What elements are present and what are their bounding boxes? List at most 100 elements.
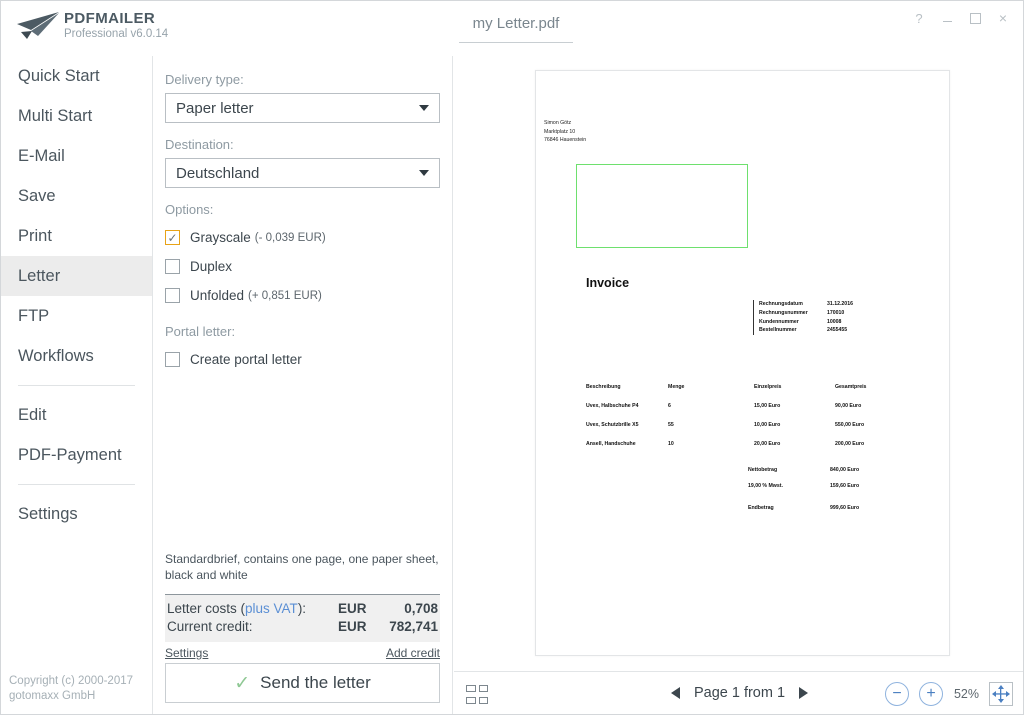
item-quantity: 10: [668, 441, 754, 447]
recipient-address: Simon Götz Marktplatz 10 76846 Hauenstei…: [544, 119, 586, 145]
sidebar-item-edit[interactable]: Edit: [1, 395, 152, 435]
sidebar-item-label: Save: [18, 187, 56, 206]
sidebar-item-label: Print: [18, 227, 52, 246]
letter-costs-currency: EUR: [338, 600, 378, 618]
window-controls: ? ×: [905, 7, 1017, 29]
table-row: Uvex, Halbschuhe P4 6 15,00 Euro 90,00 E…: [586, 403, 916, 409]
totals-row: 19,00 % Mwst. 159,60 Euro: [748, 482, 918, 491]
plus-vat-link[interactable]: plus VAT: [245, 601, 298, 616]
item-description: Uvex, Schutzbrille X5: [586, 422, 668, 428]
delivery-type-value: Paper letter: [176, 100, 254, 117]
sidebar-item-label: Edit: [18, 406, 46, 425]
sidebar-item-settings[interactable]: Settings: [1, 494, 152, 534]
column-header: Gesamtpreis: [835, 384, 905, 390]
send-the-letter-button[interactable]: ✓ Send the letter: [165, 663, 440, 703]
settings-link[interactable]: Settings: [165, 646, 208, 660]
meta-row: Rechnungsnummer 170010: [759, 309, 853, 318]
destination-select[interactable]: Deutschland: [165, 158, 440, 188]
current-credit-row: Current credit: EUR 782,741: [165, 618, 440, 636]
totals-value: 999,60 Euro: [830, 504, 859, 513]
checkbox-portal-letter-icon[interactable]: [165, 352, 180, 367]
sidebar-item-label: PDF-Payment: [18, 446, 122, 465]
next-page-icon[interactable]: [799, 687, 808, 699]
option-create-portal-letter[interactable]: Create portal letter: [165, 345, 452, 374]
meta-value: 2455455: [827, 326, 847, 335]
paper-plane-logo-icon: [15, 10, 61, 44]
meta-value: 31.12.2016: [827, 300, 853, 309]
item-description: Ansell, Handschuhe: [586, 441, 668, 447]
meta-value: 10008: [827, 318, 841, 327]
column-header: Einzelpreis: [754, 384, 835, 390]
totals-key: 19,00 % Mwst.: [748, 482, 830, 491]
zoom-level-label: 52%: [953, 687, 979, 701]
option-unfolded-note: (+ 0,851 EUR): [248, 290, 322, 302]
preview-toolbar: Page 1 from 1 − + 52%: [454, 671, 1024, 715]
table-row: Uvex, Schutzbrille X5 55 10,00 Euro 550,…: [586, 422, 916, 428]
zoom-out-button[interactable]: −: [885, 682, 909, 706]
letter-costs-text-end: ):: [298, 601, 306, 616]
letter-costs-value: 0,708: [378, 600, 438, 618]
option-duplex[interactable]: Duplex: [165, 252, 452, 281]
minimize-icon[interactable]: [933, 7, 961, 29]
table-header-row: Beschreibung Menge Einzelpreis Gesamtpre…: [586, 384, 916, 390]
sidebar-item-workflows[interactable]: Workflows: [1, 336, 152, 376]
help-icon[interactable]: ?: [905, 7, 933, 29]
sidebar-item-quick-start[interactable]: Quick Start: [1, 56, 152, 96]
delivery-type-label: Delivery type:: [165, 72, 452, 87]
option-unfolded-label: Unfolded: [190, 288, 244, 303]
chevron-down-icon: [419, 105, 429, 111]
current-credit-value: 782,741: [378, 618, 438, 636]
option-grayscale-note: (- 0,039 EUR): [255, 232, 326, 244]
checkbox-unfolded-icon[interactable]: [165, 288, 180, 303]
letter-options-panel: Delivery type: Paper letter Destination:…: [153, 56, 453, 715]
meta-key: Kundennummer: [759, 318, 827, 327]
chevron-down-icon: [419, 170, 429, 176]
page-indicator: Page 1 from 1: [694, 685, 785, 701]
sidebar-item-print[interactable]: Print: [1, 216, 152, 256]
sidebar-item-ftp[interactable]: FTP: [1, 296, 152, 336]
checkbox-grayscale-icon[interactable]: [165, 230, 180, 245]
sidebar-item-pdf-payment[interactable]: PDF-Payment: [1, 435, 152, 475]
brand-version: Professional v6.0.14: [64, 28, 168, 40]
pdfmailer-window: PDFMAILER Professional v6.0.14 my Letter…: [0, 0, 1024, 715]
document-preview[interactable]: Simon Götz Marktplatz 10 76846 Hauenstei…: [454, 56, 1024, 671]
item-total-price: 200,00 Euro: [835, 441, 905, 447]
item-unit-price: 20,00 Euro: [754, 441, 835, 447]
option-grayscale-label: Grayscale: [190, 230, 251, 245]
invoice-totals: Nettobetrag 840,00 Euro 19,00 % Mwst. 15…: [748, 466, 918, 519]
option-grayscale[interactable]: Grayscale (- 0,039 EUR): [165, 223, 452, 252]
checkbox-duplex-icon[interactable]: [165, 259, 180, 274]
sidebar-item-email[interactable]: E-Mail: [1, 136, 152, 176]
sidebar-item-multi-start[interactable]: Multi Start: [1, 96, 152, 136]
column-header: Beschreibung: [586, 384, 668, 390]
cost-summary: Letter costs (plus VAT): EUR 0,708 Curre…: [165, 594, 440, 642]
sidebar: Quick Start Multi Start E-Mail Save Prin…: [1, 56, 153, 715]
letter-costs-label: Letter costs (plus VAT):: [167, 600, 338, 618]
document-tab[interactable]: my Letter.pdf: [459, 15, 573, 43]
previous-page-icon[interactable]: [671, 687, 680, 699]
totals-key: Nettobetrag: [748, 466, 830, 475]
close-icon[interactable]: ×: [989, 7, 1017, 29]
zoom-controls: − + 52%: [885, 682, 1013, 706]
add-credit-link[interactable]: Add credit: [386, 646, 440, 660]
sidebar-item-label: FTP: [18, 307, 49, 326]
destination-value: Deutschland: [176, 165, 259, 182]
maximize-icon[interactable]: [961, 7, 989, 29]
option-portal-letter-label: Create portal letter: [190, 352, 302, 367]
check-icon: ✓: [234, 672, 250, 695]
sidebar-item-save[interactable]: Save: [1, 176, 152, 216]
send-button-label: Send the letter: [260, 673, 371, 693]
option-unfolded[interactable]: Unfolded (+ 0,851 EUR): [165, 281, 452, 310]
sidebar-item-letter[interactable]: Letter: [1, 256, 152, 296]
sidebar-item-label: Workflows: [18, 347, 94, 366]
delivery-type-select[interactable]: Paper letter: [165, 93, 440, 123]
copyright-line-1: Copyright (c) 2000-2017: [9, 674, 133, 689]
totals-key: Endbetrag: [748, 504, 830, 513]
meta-key: Bestellnummer: [759, 326, 827, 335]
totals-value: 159,60 Euro: [830, 482, 859, 491]
zoom-in-button[interactable]: +: [919, 682, 943, 706]
fit-page-icon[interactable]: [989, 682, 1013, 706]
item-description: Uvex, Halbschuhe P4: [586, 403, 668, 409]
copyright-text: Copyright (c) 2000-2017 gotomaxx GmbH: [9, 674, 133, 704]
sidebar-item-label: E-Mail: [18, 147, 65, 166]
